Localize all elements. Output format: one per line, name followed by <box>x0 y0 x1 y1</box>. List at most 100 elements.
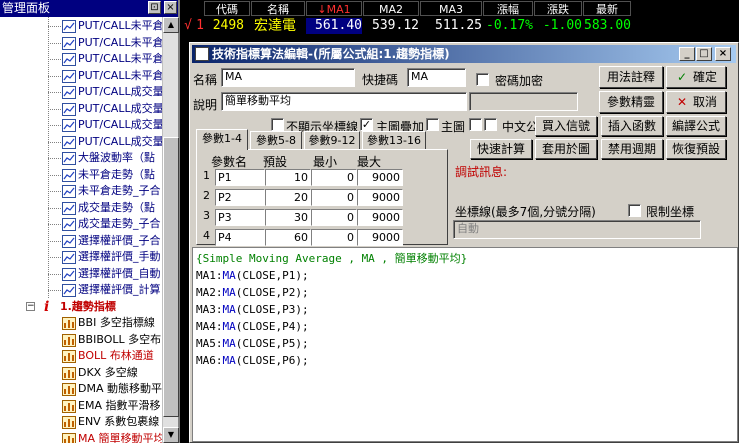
usage-button[interactable]: 用法註釋 <box>599 66 663 88</box>
tab-params-1-4[interactable]: 參數1-4 <box>196 129 248 150</box>
scroll-up-icon[interactable]: ▲ <box>163 17 179 33</box>
param-name-field[interactable]: P2 <box>215 189 265 206</box>
param-default-field[interactable]: 30 <box>265 209 311 226</box>
param-min-field[interactable]: 0 <box>311 169 357 186</box>
quick-calc-button[interactable]: 快速計算 <box>470 139 532 159</box>
buy-sell-button[interactable]: 買入信號 <box>535 116 597 136</box>
tree-item[interactable]: 成交量走勢（點 <box>0 200 162 217</box>
tree-item[interactable]: PUT/CALL未平倉 <box>0 18 162 35</box>
tree-item[interactable]: DMA 動態移動平 <box>0 381 162 398</box>
compile-button[interactable]: 編譯公式 <box>666 116 726 136</box>
stock-name[interactable]: 宏達電 <box>246 18 304 34</box>
tree-item[interactable]: ENV 系數包裹線 <box>0 414 162 431</box>
cancel-label: 取消 <box>692 95 717 109</box>
tree-item-label: PUT/CALL成交量 <box>78 101 162 115</box>
header-ma1[interactable]: ↓MA1 <box>306 1 362 16</box>
tree-item[interactable]: 成交量走勢_子合 <box>0 216 162 233</box>
bar-chart-icon <box>62 432 76 443</box>
tree-item[interactable]: PUT/CALL成交量 <box>0 101 162 118</box>
description-field[interactable]: 簡單移動平均 <box>221 92 467 111</box>
collapse-icon[interactable]: − <box>26 301 35 311</box>
scroll-thumb[interactable] <box>163 137 179 417</box>
header-change[interactable]: 漲跌 <box>534 1 582 16</box>
param-max-field[interactable]: 9000 <box>357 169 403 186</box>
tree-item[interactable]: PUT/CALL成交量 <box>0 117 162 134</box>
tree-item[interactable]: 未平倉走勢_子合 <box>0 183 162 200</box>
header-code[interactable]: 代碼 <box>204 1 250 16</box>
param-min-field[interactable]: 0 <box>311 229 357 246</box>
tree-item[interactable]: PUT/CALL未平倉 <box>0 35 162 52</box>
header-name[interactable]: 名稱 <box>251 1 305 16</box>
shortcut-field[interactable]: MA <box>407 68 466 87</box>
tree-folder-trend[interactable]: − i 1.趨勢指標 <box>0 299 162 316</box>
param-name-field[interactable]: P4 <box>215 229 265 246</box>
disable-period-button[interactable]: 禁用週期 <box>601 139 663 159</box>
restore-default-button[interactable]: 恢復預設 <box>666 139 726 159</box>
tree-scrollbar[interactable]: ▲ ▼ <box>162 17 179 443</box>
hide-axis-check-icon[interactable]: ✓ <box>360 118 373 131</box>
maximize-icon[interactable]: □ <box>696 47 712 61</box>
bar-chart-icon <box>62 399 76 413</box>
tree-item[interactable]: BOLL 布林通道 <box>0 348 162 365</box>
tree-item[interactable]: PUT/CALL成交量 <box>0 134 162 151</box>
tree-item[interactable]: 選擇權評價_子合 <box>0 233 162 250</box>
code-line: MA3:MA(CLOSE,P3); <box>196 301 734 318</box>
tree-item[interactable]: DKX 多空線 <box>0 365 162 382</box>
close-icon[interactable]: × <box>164 1 177 14</box>
value-ma2: 539.12 <box>372 18 419 33</box>
tab-params-13-16[interactable]: 參數13-16 <box>362 131 426 149</box>
tree-item[interactable]: 大盤波動率（點 <box>0 150 162 167</box>
tree-item[interactable]: PUT/CALL成交量 <box>0 84 162 101</box>
main-overlay-checkbox[interactable] <box>426 118 439 131</box>
axis-field[interactable]: 自動 <box>453 220 701 239</box>
name-field[interactable]: MA <box>221 68 355 87</box>
param-min-field[interactable]: 0 <box>311 189 357 206</box>
header-ma2[interactable]: MA2 <box>363 1 419 16</box>
insert-function-button[interactable]: 插入函數 <box>601 116 663 136</box>
minimize-icon[interactable]: _ <box>679 47 695 61</box>
tree-item[interactable]: 選擇權評價_自動 <box>0 266 162 283</box>
param-default-field[interactable]: 20 <box>265 189 311 206</box>
tree-item[interactable]: 選擇權評價_計算 <box>0 282 162 299</box>
header-ma3[interactable]: MA3 <box>420 1 482 16</box>
tree-item[interactable]: PUT/CALL未平倉 <box>0 51 162 68</box>
bar-chart-icon <box>62 416 76 429</box>
param-max-field[interactable]: 9000 <box>357 229 403 246</box>
code-function: MA <box>222 337 236 350</box>
tree-item[interactable]: BBIBOLL 多空布 <box>0 332 162 349</box>
param-tune-button[interactable]: 參數精靈 <box>599 91 663 113</box>
param-default-field[interactable]: 10 <box>265 169 311 186</box>
param-name-field[interactable]: P3 <box>215 209 265 226</box>
line-chart-icon <box>62 218 76 231</box>
tree-item[interactable]: EMA 指數平滑移 <box>0 398 162 415</box>
main-chart-checkbox[interactable] <box>469 118 482 131</box>
tree-item[interactable]: 未平倉走勢（點 <box>0 167 162 184</box>
close-icon[interactable]: × <box>715 47 731 61</box>
password-checkbox[interactable] <box>476 73 489 86</box>
hide-axis-checkbox[interactable] <box>271 118 284 131</box>
tree-item[interactable]: BBI 多空指標線 <box>0 315 162 332</box>
param-max-field[interactable]: 9000 <box>357 209 403 226</box>
code-editor[interactable]: {Simple Moving Average , MA , 簡單移動平均} MA… <box>192 247 738 442</box>
scroll-down-icon[interactable]: ▼ <box>163 427 179 443</box>
header-change-pct[interactable]: 漲幅 <box>483 1 533 16</box>
ok-button[interactable]: ✓ 確定 <box>666 66 726 88</box>
param-max-field[interactable]: 9000 <box>357 189 403 206</box>
header-last[interactable]: 最新 <box>583 1 631 16</box>
stock-code[interactable]: 2498 <box>204 18 244 34</box>
param-name-field[interactable]: P1 <box>215 169 265 186</box>
tab-params-9-12[interactable]: 參數9-12 <box>304 131 360 149</box>
description-extra-field[interactable] <box>469 92 578 111</box>
tree-item[interactable]: PUT/CALL未平倉 <box>0 68 162 85</box>
param-default-field[interactable]: 60 <box>265 229 311 246</box>
tree-item[interactable]: MA 簡單移動平均 <box>0 431 162 443</box>
cancel-button[interactable]: ✕ 取消 <box>666 91 726 113</box>
tab-params-5-8[interactable]: 參數5-8 <box>250 131 302 149</box>
pin-icon[interactable]: ⊡ <box>148 1 161 14</box>
dialog-titlebar: 技術指標算法編輯-(所屬公式組:1.趨勢指標) _ □ × <box>192 45 736 63</box>
tree-item[interactable]: 選擇權評價_手動 <box>0 249 162 266</box>
param-min-field[interactable]: 0 <box>311 209 357 226</box>
apply-chart-button[interactable]: 套用於圖 <box>535 139 597 159</box>
code-variable: MA2: <box>196 286 223 299</box>
limit-axis-checkbox[interactable] <box>628 204 641 217</box>
